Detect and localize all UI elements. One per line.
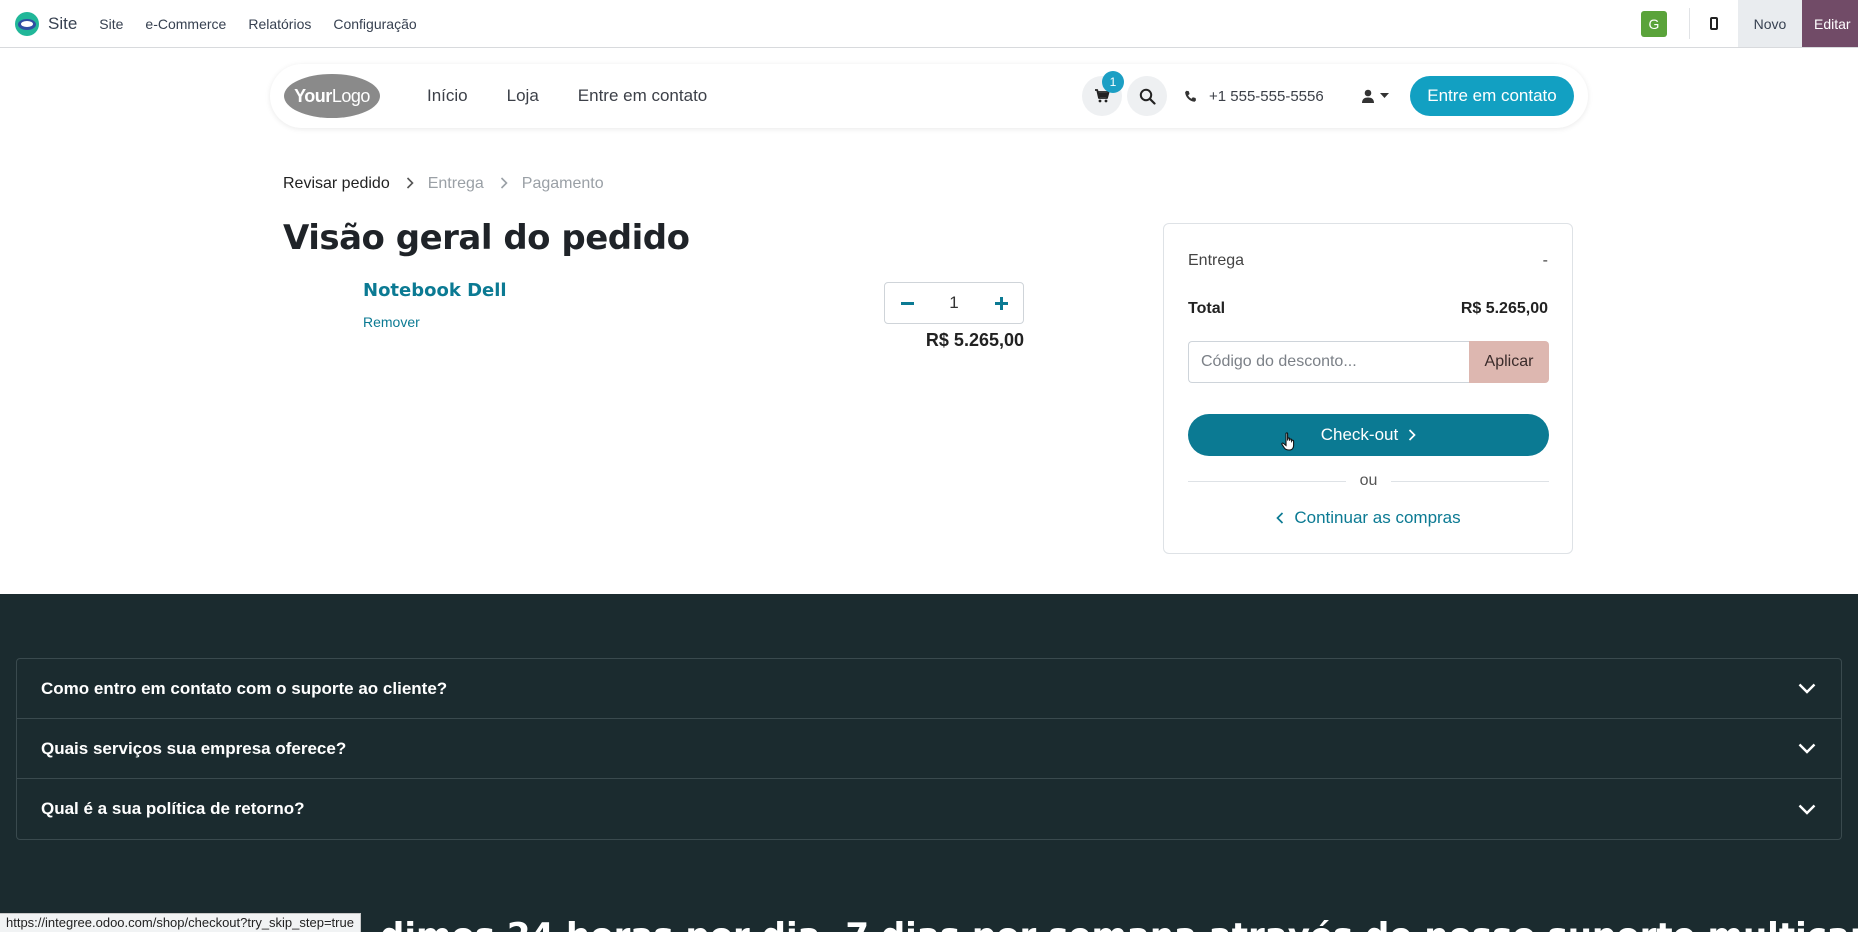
contact-button[interactable]: Entre em contato — [1410, 76, 1574, 116]
phone-number: +1 555-555-5556 — [1209, 87, 1324, 105]
plus-icon — [994, 296, 1008, 310]
order-summary-card: Entrega - Total R$ 5.265,00 Aplicar Chec… — [1163, 223, 1573, 554]
minus-icon — [900, 301, 914, 305]
checkout-breadcrumb: Revisar pedido Entrega Pagamento — [283, 175, 604, 193]
site-logo[interactable]: Your Logo — [284, 74, 380, 118]
search-button[interactable] — [1127, 76, 1167, 116]
continue-shopping-label: Continuar as compras — [1294, 508, 1461, 527]
total-label: Total — [1188, 300, 1226, 317]
continue-shopping-link[interactable]: Continuar as compras — [1188, 508, 1549, 528]
admin-right: G Novo Editar — [1641, 0, 1858, 47]
search-icon — [1139, 88, 1156, 105]
logo-text-logo: Logo — [331, 85, 371, 106]
user-dropdown[interactable] — [1362, 64, 1389, 128]
faq-item[interactable]: Quais serviços sua empresa oferece? — [17, 719, 1841, 779]
faq-accordion: Como entro em contato com o suporte ao c… — [16, 658, 1842, 840]
faq-item[interactable]: Como entro em contato com o suporte ao c… — [17, 659, 1841, 719]
odoo-apps-icon[interactable] — [14, 11, 40, 37]
faq-question: Como entro em contato com o suporte ao c… — [41, 678, 448, 698]
mobile-preview-button[interactable] — [1690, 0, 1738, 47]
nav-contact[interactable]: Entre em contato — [578, 86, 707, 106]
chevron-left-icon — [1276, 512, 1284, 524]
page-title: Visão geral do pedido — [283, 218, 690, 258]
support-heading: dimos 24 horas por dia, 7 dias por seman… — [380, 916, 1858, 932]
faq-question: Quais serviços sua empresa oferece? — [41, 738, 347, 758]
edit-button[interactable]: Editar — [1802, 0, 1858, 47]
user-avatar[interactable]: G — [1641, 10, 1667, 37]
quantity-stepper: 1 — [884, 282, 1024, 324]
chevron-down-icon — [1797, 679, 1817, 699]
cart-count-badge: 1 — [1102, 71, 1124, 93]
chevron-right-icon — [406, 176, 414, 192]
admin-left: Site Site e-Commerce Relatórios Configur… — [0, 0, 439, 47]
faq-section: Como entro em contato com o suporte ao c… — [0, 594, 1858, 932]
checkout-label: Check-out — [1320, 425, 1399, 444]
increase-quantity-button[interactable] — [979, 283, 1023, 323]
hand-cursor-icon — [1281, 432, 1295, 451]
delivery-row: Entrega - — [1188, 252, 1548, 270]
total-value: R$ 5.265,00 — [1460, 300, 1548, 317]
logo-text-your: Your — [294, 85, 332, 106]
admin-menu-configuration[interactable]: Configuração — [333, 16, 416, 32]
new-button[interactable]: Novo — [1738, 0, 1802, 47]
step-delivery: Entrega — [427, 175, 484, 192]
chevron-down-icon — [1797, 799, 1817, 819]
faq-item[interactable]: Qual é a sua política de retorno? — [17, 779, 1841, 839]
phone-icon — [1185, 90, 1196, 102]
admin-menu-site[interactable]: Site — [99, 16, 123, 32]
status-bar-url: https://integree.odoo.com/shop/checkout?… — [0, 913, 361, 932]
remove-link[interactable]: Remover — [363, 314, 420, 330]
chevron-right-icon — [500, 176, 508, 192]
checkout-button[interactable]: Check-out — [1188, 414, 1549, 456]
product-link[interactable]: Notebook Dell — [363, 280, 507, 301]
discount-form: Aplicar — [1188, 341, 1549, 383]
nav-shop[interactable]: Loja — [507, 86, 539, 106]
phone-link[interactable]: +1 555-555-5556 — [1184, 64, 1324, 128]
app-name[interactable]: Site — [48, 14, 77, 34]
apply-discount-button[interactable]: Aplicar — [1469, 341, 1549, 383]
chevron-down-icon — [1797, 739, 1817, 759]
line-price: R$ 5.265,00 — [925, 330, 1024, 350]
chevron-right-icon — [1409, 429, 1416, 441]
nav-home[interactable]: Início — [427, 86, 468, 106]
delivery-value: - — [1542, 252, 1548, 269]
quantity-input[interactable]: 1 — [929, 293, 979, 313]
admin-menu-ecommerce[interactable]: e-Commerce — [145, 16, 226, 32]
total-row: Total R$ 5.265,00 — [1188, 300, 1548, 318]
delivery-label: Entrega — [1188, 252, 1245, 269]
caret-down-icon — [1380, 93, 1389, 98]
or-label: ou — [1359, 472, 1378, 489]
user-icon — [1362, 89, 1374, 103]
site-header: Your Logo Início Loja Entre em contato 1 … — [270, 64, 1588, 128]
decrease-quantity-button[interactable] — [885, 283, 929, 323]
admin-menu-reports[interactable]: Relatórios — [248, 16, 311, 32]
admin-menu: Site e-Commerce Relatórios Configuração — [99, 16, 438, 32]
site-nav: Início Loja Entre em contato — [427, 64, 746, 128]
mobile-icon — [1710, 17, 1718, 30]
or-divider: ou — [1188, 472, 1550, 490]
step-payment: Pagamento — [521, 175, 604, 192]
step-review-order[interactable]: Revisar pedido — [283, 175, 390, 193]
admin-bar: Site Site e-Commerce Relatórios Configur… — [0, 0, 1858, 48]
discount-code-input[interactable] — [1188, 341, 1469, 383]
faq-question: Qual é a sua política de retorno? — [41, 799, 305, 818]
